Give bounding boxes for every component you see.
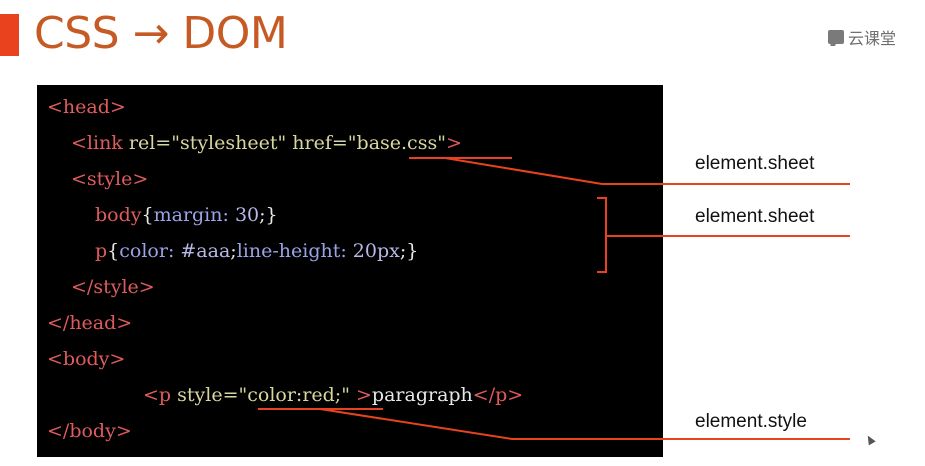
style-sheet-label: element.sheet (695, 206, 815, 227)
annotation-lines (258, 157, 850, 440)
inline-style-label: element.style (695, 411, 807, 432)
style-block-bracket (597, 197, 607, 273)
link-sheet-label: element.sheet (695, 153, 815, 174)
